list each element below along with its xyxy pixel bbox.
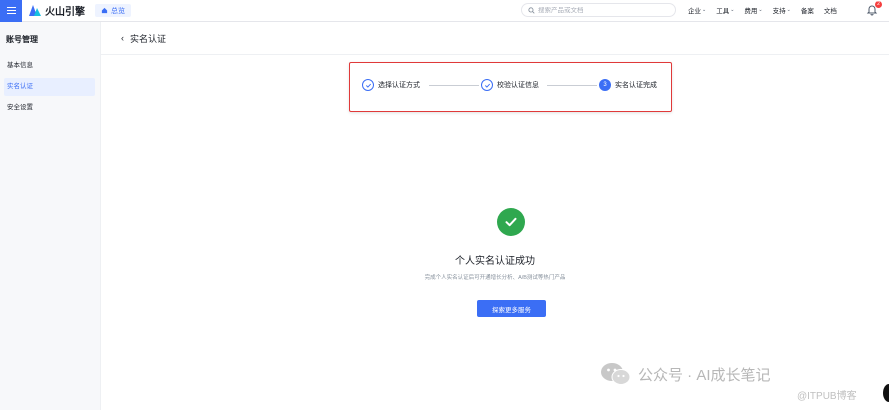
menu-icon[interactable]	[0, 0, 22, 22]
back-arrow-icon[interactable]: ‹	[121, 33, 124, 43]
nav-enterprise[interactable]: 企业 ⌄	[688, 4, 706, 16]
chevron-down-icon: ⌄	[702, 7, 707, 13]
brand-name: 火山引擎	[45, 7, 85, 18]
check-icon	[481, 79, 493, 91]
step-label: 校验认证信息	[497, 82, 539, 89]
home-icon	[101, 7, 108, 14]
chevron-down-icon: ⌄	[786, 7, 791, 13]
check-icon	[362, 79, 374, 91]
step-label: 实名认证完成	[615, 82, 657, 89]
step-connector	[429, 85, 479, 86]
explore-services-button[interactable]: 探索更多服务	[477, 300, 546, 317]
step-connector	[547, 85, 597, 86]
nav-enterprise-label: 企业	[688, 8, 701, 15]
home-tab[interactable]: 总览	[95, 4, 131, 17]
step-number-badge: 3	[599, 79, 611, 91]
page-title: 实名认证	[130, 33, 167, 44]
nav-billing[interactable]: 费用 ⌄	[744, 4, 762, 16]
top-nav: 企业 ⌄ 工具 ⌄ 费用 ⌄ 支持 ⌄ 备案 文档	[688, 4, 847, 16]
wechat-icon	[601, 363, 631, 385]
nav-support[interactable]: 支持 ⌄	[773, 4, 791, 16]
result-title: 个人实名认证成功	[455, 256, 535, 267]
nav-support-label: 支持	[772, 8, 786, 15]
nav-tools-label: 工具	[716, 8, 730, 15]
nav-docs[interactable]: 文档	[824, 4, 837, 16]
sidebar-item-basic-info[interactable]: 基本信息	[4, 57, 95, 75]
steps-progress: 选择认证方式 校验认证信息 3 实名认证完成	[349, 62, 672, 112]
sidebar-title: 账号管理	[6, 35, 38, 44]
step-complete: 3 实名认证完成	[599, 79, 657, 91]
chevron-down-icon: ⌄	[758, 7, 763, 13]
nav-billing-label: 费用	[744, 8, 758, 15]
success-check-icon	[497, 208, 525, 236]
search-icon	[528, 6, 535, 14]
volcengine-logo-icon	[29, 5, 41, 16]
chevron-down-icon: ⌄	[730, 7, 735, 13]
step-verify-info: 校验认证信息	[481, 79, 539, 91]
page-header: ‹ 实名认证	[101, 22, 889, 55]
step-select-method: 选择认证方式	[362, 79, 420, 91]
main-content: ‹ 实名认证 选择认证方式 校验认证信息 3 实名认证完成 个人实名认证成功 完…	[101, 22, 889, 410]
search-box[interactable]	[521, 3, 676, 17]
sidebar-item-real-name-auth[interactable]: 实名认证	[4, 78, 95, 96]
sidebar-item-security[interactable]: 安全设置	[4, 99, 95, 117]
top-bar: 火山引擎 总览 企业⌄ 工具⌄ 费用⌄ 支持⌄ 备案 文档 2	[0, 0, 889, 22]
watermark-credit: @ITPUB博客	[797, 391, 857, 402]
notification-badge: 2	[875, 1, 882, 8]
nav-icp-label: 备案	[800, 8, 814, 15]
nav-docs-label: 文档	[823, 8, 837, 15]
watermark: 公众号 · AI成长笔记	[600, 362, 771, 386]
nav-icp[interactable]: 备案	[801, 4, 814, 16]
search-input[interactable]	[538, 6, 668, 14]
step-label: 选择认证方式	[378, 82, 420, 89]
brand-logo[interactable]: 火山引擎	[29, 3, 85, 18]
watermark-text: 公众号 · AI成长笔记	[638, 366, 771, 384]
nav-tools[interactable]: 工具 ⌄	[716, 4, 734, 16]
sidebar: 账号管理 基本信息 实名认证 安全设置	[0, 22, 101, 410]
result-description: 完成个人实名认证后可开通增长分析、A/B测试等热门产品	[424, 275, 566, 281]
corner-decoration	[883, 384, 889, 402]
home-tab-label: 总览	[111, 7, 125, 15]
